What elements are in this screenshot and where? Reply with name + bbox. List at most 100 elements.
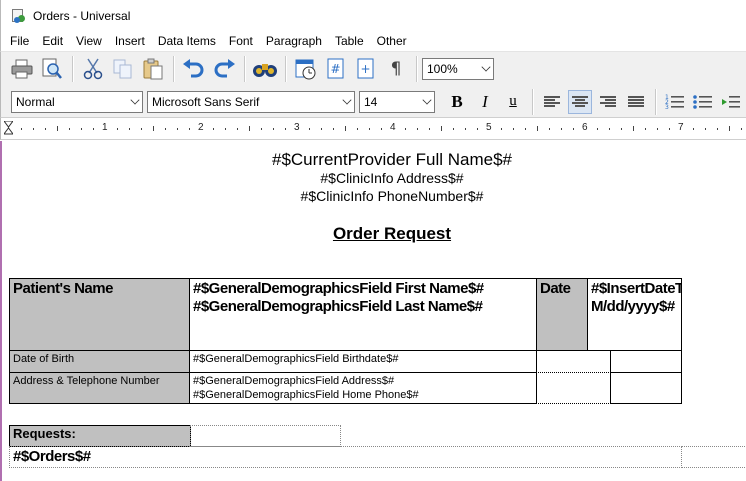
app-icon [11, 8, 27, 24]
align-left-button[interactable] [540, 90, 564, 114]
menu-paragraph[interactable]: Paragraph [260, 31, 329, 51]
ruler-tick [369, 128, 370, 130]
address-phone-label: Address & Telephone Number [9, 372, 190, 404]
ruler-tick [405, 128, 406, 130]
page-number-icon: # [327, 58, 344, 79]
dob-label: Date of Birth [9, 350, 190, 373]
ruler[interactable]: 1 2 3 4 5 6 7 [0, 117, 746, 140]
title-bar: Orders - Universal [0, 0, 746, 31]
ruler-tick [345, 126, 346, 131]
menu-data-items[interactable]: Data Items [152, 31, 223, 51]
italic-button[interactable]: I [473, 90, 497, 114]
table-cell [536, 372, 611, 404]
page-title: Order Request [332, 224, 452, 243]
ruler-tick [261, 128, 262, 130]
ruler-tick [153, 126, 154, 131]
standard-toolbar: # + ¶ 100% [0, 51, 746, 86]
copy-button[interactable] [110, 56, 136, 82]
undo-icon [183, 59, 204, 78]
ruler-tick [357, 128, 358, 130]
scissors-icon [83, 58, 103, 80]
ruler-number: 4 [390, 122, 396, 133]
insert-datetime-button[interactable] [293, 56, 319, 82]
patient-first-name-field: #$GeneralDemographicsField First Name$# [193, 280, 484, 297]
ruler-tick [141, 128, 142, 130]
bullet-list-button[interactable] [691, 90, 715, 114]
ruler-number: 1 [102, 122, 108, 133]
document-area[interactable]: #$CurrentProvider Full Name$# #$ClinicIn… [0, 141, 746, 481]
table-cell [610, 372, 682, 404]
undo-button[interactable] [181, 56, 207, 82]
cut-button[interactable] [80, 56, 106, 82]
ruler-tick [633, 126, 634, 131]
underline-button[interactable]: u [501, 90, 525, 114]
align-center-icon [572, 95, 588, 108]
menu-insert[interactable]: Insert [109, 31, 152, 51]
ruler-tick [645, 128, 646, 130]
menu-font[interactable]: Font [223, 31, 260, 51]
ruler-tick [669, 128, 670, 130]
increase-indent-button[interactable] [719, 90, 743, 114]
menu-other[interactable]: Other [371, 31, 414, 51]
numbered-list-button[interactable]: 1 2 3 [663, 90, 687, 114]
numbered-list-icon: 1 2 3 [665, 94, 684, 111]
style-select[interactable]: Normal [11, 90, 143, 113]
page-count-icon: + [357, 58, 374, 79]
ruler-tick [177, 128, 178, 130]
ruler-tick [321, 128, 322, 130]
insert-page-number-button[interactable]: # [323, 56, 349, 82]
ruler-tick [573, 128, 574, 130]
requests-label: Requests: [9, 425, 191, 447]
menu-bar: File Edit View Insert Data Items Font Pa… [0, 31, 746, 51]
ruler-tick [93, 128, 94, 130]
font-select[interactable]: Microsoft Sans Serif [147, 90, 355, 113]
align-center-button[interactable] [568, 89, 592, 114]
find-button[interactable] [252, 56, 278, 82]
table-cell [681, 446, 746, 468]
paste-button[interactable] [140, 56, 166, 82]
ruler-tick [717, 128, 718, 130]
redo-button[interactable] [211, 56, 237, 82]
orders-field: #$Orders$# [9, 446, 682, 468]
align-left-icon [544, 95, 560, 108]
table-cell [610, 350, 682, 373]
ruler-number: 3 [294, 122, 300, 133]
menu-edit[interactable]: Edit [36, 31, 70, 51]
ruler-tick [453, 128, 454, 130]
ruler-number: 6 [582, 122, 588, 133]
ruler-tick [609, 128, 610, 130]
zoom-select[interactable]: 100% [422, 58, 494, 80]
justify-button[interactable] [624, 90, 648, 114]
menu-view[interactable]: View [70, 31, 109, 51]
ruler-tick [381, 128, 382, 130]
menu-table[interactable]: Table [329, 31, 371, 51]
clinic-phone-field: #$ClinicInfo PhoneNumber$# [300, 188, 484, 204]
ruler-tick [189, 128, 190, 130]
align-right-button[interactable] [596, 90, 620, 114]
clipboard-icon [143, 58, 163, 80]
ruler-tick [549, 128, 550, 130]
print-button[interactable] [9, 56, 35, 82]
font-value: Microsoft Sans Serif [152, 94, 260, 109]
insert-page-count-button[interactable]: + [353, 56, 379, 82]
ruler-tick [213, 128, 214, 130]
ruler-tick [285, 128, 286, 130]
ruler-tick [429, 128, 430, 130]
calendar-clock-icon [295, 59, 316, 80]
copy-icon [113, 59, 132, 79]
ruler-tick [165, 128, 166, 130]
font-size-select[interactable]: 14 [359, 90, 435, 113]
ruler-tick [561, 128, 562, 130]
show-formatting-button[interactable]: ¶ [383, 56, 409, 82]
ruler-tick [441, 126, 442, 131]
print-preview-button[interactable] [39, 56, 65, 82]
ruler-tick [705, 128, 706, 130]
menu-file[interactable]: File [1, 31, 36, 51]
format-toolbar: Normal Microsoft Sans Serif 14 B I u 1 2… [0, 86, 746, 117]
bold-button[interactable]: B [445, 90, 469, 114]
patient-last-name-field: #$GeneralDemographicsField Last Name$# [193, 298, 483, 315]
ruler-tick [21, 128, 22, 130]
indent-marker-icon[interactable] [4, 121, 13, 136]
ruler-tick [513, 128, 514, 130]
ruler-tick [501, 128, 502, 130]
